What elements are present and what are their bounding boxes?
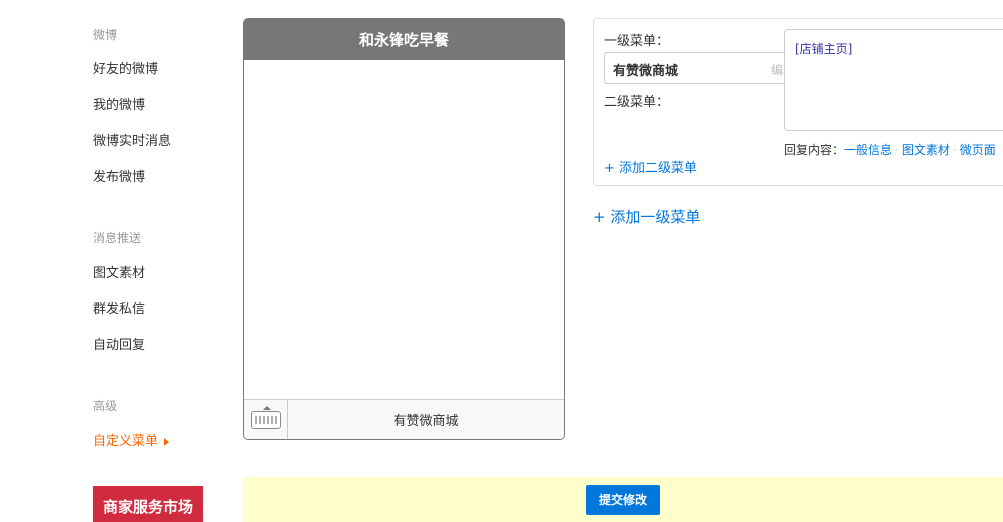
phone-menu-bar: 有赞微商城 [244, 399, 564, 439]
section-title-push: 消息推送 [93, 231, 142, 245]
section-title-weibo: 微博 [93, 28, 118, 42]
level1-menu-name: 有赞微商城 [613, 64, 679, 79]
market-banner-label: 商家服务市场 [102, 498, 193, 516]
reply-prefix: 回复内容： [784, 143, 845, 157]
sidebar-item-materials[interactable]: 图文素材 [93, 262, 145, 281]
keyboard-icon [250, 405, 281, 429]
reply-content-box[interactable]: [店铺主页] [784, 29, 1003, 131]
sidebar-item-label: 自定义菜单 [93, 434, 159, 449]
add-submenu-link[interactable]: + 添加二级菜单 [604, 157, 697, 176]
reply-content-link[interactable]: [店铺主页] [795, 40, 852, 57]
reply-option-micropage[interactable]: 微页面 [960, 143, 996, 157]
section-title-advanced: 高级 [93, 399, 118, 413]
submit-button[interactable]: 提交修改 [586, 484, 660, 515]
sidebar-item-mass-message[interactable]: 群发私信 [93, 298, 145, 317]
sidebar-item-publish-weibo[interactable]: 发布微博 [93, 166, 145, 185]
phone-title: 和永锋吃早餐 [244, 19, 564, 60]
level1-label: 一级菜单： [604, 34, 670, 49]
sidebar-item-my-weibo[interactable]: 我的微博 [93, 94, 145, 113]
sidebar-item-auto-reply[interactable]: 自动回复 [93, 334, 145, 353]
phone-preview: 和永锋吃早餐 有赞微商城 [243, 18, 565, 440]
menu-editor: 一级菜单： 有赞微商城 编辑 二级菜单： [店铺主页] 回复内容：一般信息 · 图文… [593, 18, 1003, 186]
sidebar: 微博 好友的微博 我的微博 微博实时消息 发布微博 消息推送 图文素材 群发私信… [0, 0, 230, 522]
market-banner[interactable]: 商家服务市场 [93, 486, 203, 522]
sidebar-item-friends-weibo[interactable]: 好友的微博 [93, 58, 158, 77]
level2-label: 二级菜单： [604, 95, 670, 110]
submit-bar: 提交修改 [243, 477, 1003, 522]
level1-menu-item[interactable]: 有赞微商城 编辑 [604, 52, 804, 84]
keyboard-toggle-button[interactable] [244, 400, 288, 439]
reply-option-general[interactable]: 一般信息 [844, 143, 892, 157]
phone-menu-item[interactable]: 有赞微商城 [288, 400, 564, 439]
sidebar-item-custom-menu[interactable]: 自定义菜单 [93, 430, 170, 449]
reply-options: 回复内容：一般信息 · 图文素材 · 微页面 [784, 143, 996, 157]
phone-chat-area [244, 60, 564, 399]
sidebar-item-realtime-messages[interactable]: 微博实时消息 [93, 130, 171, 149]
caret-right-icon [164, 437, 170, 446]
reply-option-material[interactable]: 图文素材 [902, 143, 950, 157]
add-top-menu-link[interactable]: + 添加一级菜单 [593, 206, 700, 227]
